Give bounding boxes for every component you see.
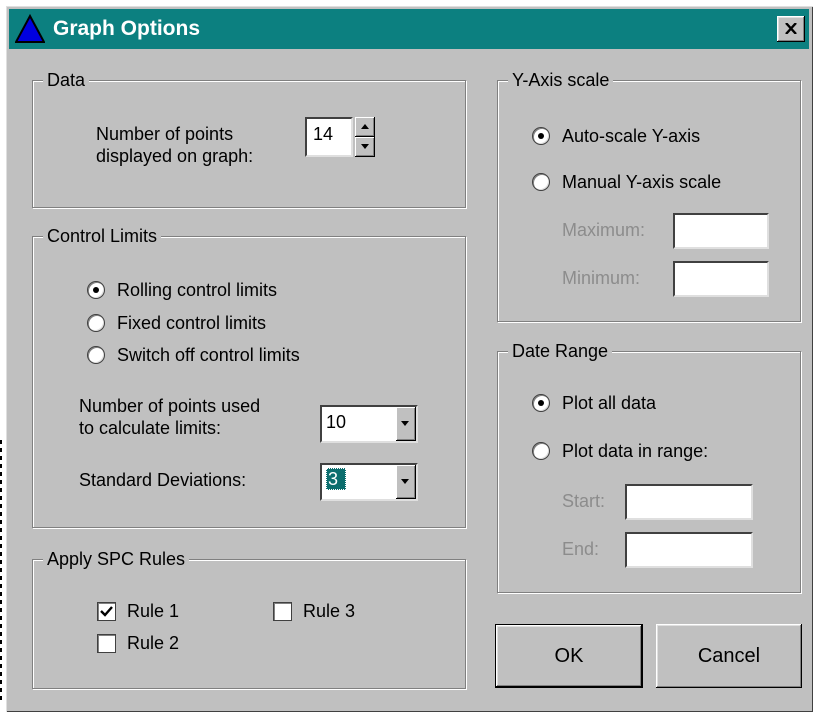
data-group: Data Number of points displayed on graph… (32, 69, 466, 208)
rule-1-checkbox[interactable] (97, 602, 116, 621)
rolling-limits-label[interactable]: Rolling control limits (117, 279, 277, 301)
plot-data-in-range-label[interactable]: Plot data in range: (562, 440, 708, 462)
rule-1-label[interactable]: Rule 1 (127, 600, 179, 622)
manual-scale-radio[interactable] (532, 173, 550, 191)
points-displayed-spinner[interactable] (355, 117, 375, 157)
fixed-limits-radio[interactable] (87, 314, 105, 332)
std-dev-label: Standard Deviations: (79, 470, 247, 490)
close-button[interactable] (777, 16, 805, 42)
minimum-label: Minimum: (562, 268, 641, 288)
control-limits-legend: Control Limits (43, 225, 162, 247)
maximum-label: Maximum: (562, 220, 646, 240)
y-axis-scale-legend: Y-Axis scale (508, 69, 614, 91)
plot-data-in-range-radio[interactable] (532, 442, 550, 460)
title-bar[interactable]: Graph Options (9, 9, 809, 49)
graph-options-dialog: Graph Options Data Number of points disp… (6, 6, 813, 712)
minimum-input[interactable] (673, 261, 769, 297)
spin-down-button[interactable] (355, 137, 375, 157)
auto-scale-label[interactable]: Auto-scale Y-axis (562, 125, 700, 147)
chevron-down-icon (401, 479, 409, 484)
close-icon (785, 23, 797, 34)
spc-rules-legend: Apply SPC Rules (43, 548, 190, 570)
rule-3-label[interactable]: Rule 3 (303, 600, 355, 622)
spin-down-icon (361, 144, 369, 149)
switch-off-limits-radio[interactable] (87, 346, 105, 364)
maximum-input[interactable] (673, 213, 769, 249)
spc-rules-group: Apply SPC Rules Rule 1 Rule 2 Rule 3 (32, 548, 466, 689)
points-used-label-line2: to calculate limits: (79, 418, 222, 438)
spin-up-button[interactable] (355, 117, 375, 137)
control-limits-group: Control Limits Rolling control limits Fi… (32, 225, 466, 528)
y-axis-scale-group: Y-Axis scale Auto-scale Y-axis Manual Y-… (497, 69, 801, 322)
plot-all-data-radio[interactable] (532, 394, 550, 412)
rule-3-checkbox[interactable] (273, 602, 292, 621)
fixed-limits-label[interactable]: Fixed control limits (117, 312, 266, 334)
start-label: Start: (562, 491, 606, 511)
cancel-button[interactable]: Cancel (656, 624, 802, 688)
switch-off-limits-label[interactable]: Switch off control limits (117, 344, 300, 366)
blue-triangle-icon (15, 14, 45, 43)
data-group-legend: Data (43, 69, 90, 91)
rule-2-checkbox[interactable] (97, 634, 116, 653)
dialog-title: Graph Options (53, 17, 200, 40)
end-date-input[interactable] (625, 532, 753, 568)
rolling-limits-radio[interactable] (87, 281, 105, 299)
rule-2-label[interactable]: Rule 2 (127, 632, 179, 654)
chevron-down-icon (401, 421, 409, 426)
screen-edge-artifact (0, 440, 2, 702)
points-used-label-line1: Number of points used (79, 396, 261, 416)
end-label: End: (562, 539, 600, 559)
checkmark-icon (100, 606, 113, 617)
points-displayed-label-line1: Number of points (96, 124, 234, 144)
std-dev-dropdown-button[interactable] (396, 465, 416, 499)
spin-up-icon (361, 124, 369, 129)
points-displayed-input[interactable]: 14 (305, 117, 353, 157)
date-range-legend: Date Range (508, 340, 613, 362)
points-displayed-label-line2: displayed on graph: (96, 146, 254, 166)
plot-all-data-label[interactable]: Plot all data (562, 392, 656, 414)
std-dev-select[interactable]: 3 (320, 463, 418, 501)
manual-scale-label[interactable]: Manual Y-axis scale (562, 171, 721, 193)
date-range-group: Date Range Plot all data Plot data in ra… (497, 340, 801, 593)
start-date-input[interactable] (625, 484, 753, 520)
points-used-dropdown-button[interactable] (396, 407, 416, 441)
ok-button[interactable]: OK (495, 624, 643, 688)
auto-scale-radio[interactable] (532, 127, 550, 145)
points-used-select[interactable]: 10 (320, 405, 418, 443)
